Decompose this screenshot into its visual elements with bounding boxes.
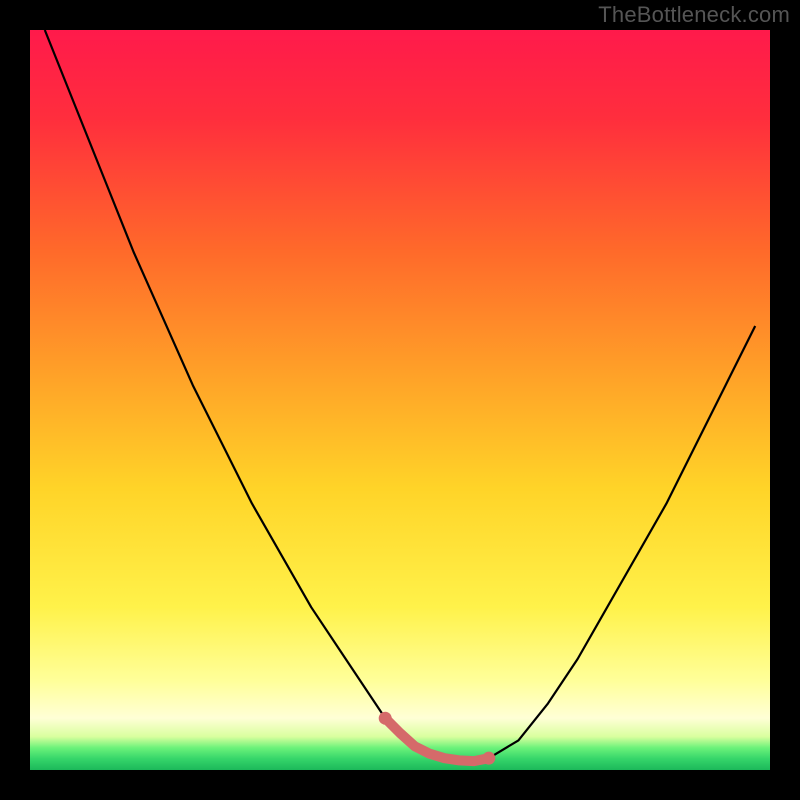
gradient-background — [30, 30, 770, 770]
watermark-text: TheBottleneck.com — [598, 2, 790, 28]
bottleneck-chart — [0, 0, 800, 800]
chart-frame: TheBottleneck.com — [0, 0, 800, 800]
highlight-endpoint — [482, 752, 495, 765]
highlight-endpoint — [379, 712, 392, 725]
